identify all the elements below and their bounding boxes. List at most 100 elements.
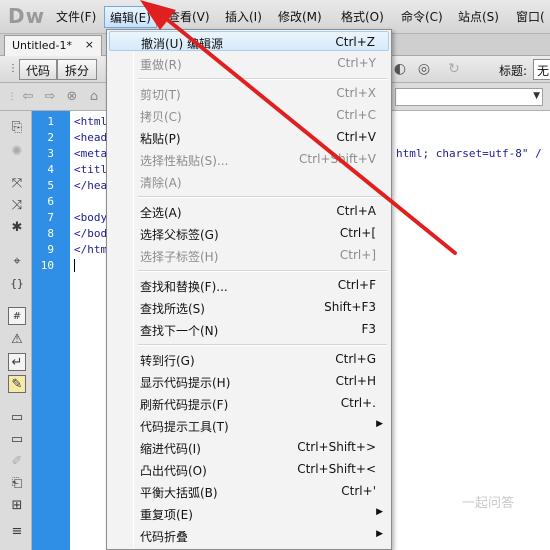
menu-separator (138, 78, 387, 80)
code-view-button[interactable]: 代码 (19, 59, 57, 80)
balance-braces-icon[interactable]: {} (8, 275, 26, 293)
menu-item-outdent-code[interactable]: 凸出代码(O) Ctrl+Shift+< (109, 459, 389, 479)
menu-item-select-parent-tag[interactable]: 选择父标签(G) Ctrl+[ (109, 223, 389, 243)
menu-item-label: 拷贝(C) (140, 110, 182, 124)
menu-file[interactable]: 文件(F) (56, 8, 96, 25)
line-number: 10 (40, 259, 54, 272)
select-parent-tag-icon[interactable]: ⌖ (8, 253, 26, 271)
line-number: 3 (47, 147, 54, 160)
code-line: </htm (74, 243, 108, 256)
menu-item-shortcut: Ctrl+X (336, 86, 376, 100)
highlight-invalid-code-icon[interactable]: ⚠ (8, 331, 26, 349)
close-icon[interactable]: × (85, 38, 94, 51)
menu-item-label: 查找所选(S) (140, 302, 205, 316)
preview-icon[interactable]: ◎ (416, 61, 432, 77)
word-wrap-icon[interactable]: ↵ (8, 353, 26, 371)
code-line: <titl (74, 163, 108, 176)
menu-item-label: 撤消(U) 编辑源 (141, 37, 223, 51)
menu-item-shortcut: Shift+F3 (324, 300, 376, 314)
title-input[interactable]: 无 (533, 59, 550, 80)
globe-icon[interactable]: ◐ (392, 61, 408, 77)
text-cursor (74, 259, 75, 272)
menu-item-paste-special[interactable]: 选择性粘贴(S)... Ctrl+Shift+V (109, 149, 389, 169)
split-view-button[interactable]: 拆分 (57, 59, 97, 80)
menu-item-cut[interactable]: 剪切(T) Ctrl+X (109, 83, 389, 103)
recent-snippets-icon[interactable]: ⎗ (8, 475, 26, 493)
menu-item-select-child[interactable]: 选择子标签(H) Ctrl+] (109, 245, 389, 265)
menu-format[interactable]: 格式(O) (341, 8, 384, 25)
menu-item-balance-braces[interactable]: 平衡大括弧(B) Ctrl+' (109, 481, 389, 501)
menu-item-shortcut: Ctrl+Z (335, 35, 375, 49)
menu-window[interactable]: 窗口( (516, 8, 545, 25)
refresh-icon[interactable]: ↻ (446, 61, 462, 77)
menu-item-shortcut: Ctrl+C (336, 108, 376, 122)
home-icon[interactable]: ⌂ (86, 89, 102, 105)
menu-item-shortcut: Ctrl+F (337, 278, 376, 292)
menu-item-indent-code[interactable]: 缩进代码(I) Ctrl+Shift+> (109, 437, 389, 457)
menu-item-repeating-entries[interactable]: 重复项(E) ▶ (109, 503, 389, 523)
menu-item-label: 查找和替换(F)... (140, 280, 228, 294)
grip-icon: ⋮ (7, 92, 17, 102)
menu-item-redo[interactable]: 重做(R) Ctrl+Y (109, 53, 389, 73)
menu-item-shortcut: Ctrl+. (340, 396, 376, 410)
menu-commands[interactable]: 命令(C) (401, 8, 443, 25)
menu-item-undo[interactable]: 撤消(U) 编辑源 Ctrl+Z (109, 31, 389, 51)
menu-item-label: 全选(A) (140, 206, 182, 220)
code-line-overflow: html; charset=utf-8" / (396, 147, 542, 160)
menu-item-find-replace[interactable]: 查找和替换(F)... Ctrl+F (109, 275, 389, 295)
code-line: <meta (74, 147, 108, 160)
menu-item-shortcut: Ctrl+H (335, 374, 376, 388)
dreamweaver-logo: Dw (8, 4, 46, 28)
back-icon[interactable]: ⇦ (20, 89, 36, 105)
menu-edit[interactable]: 编辑(E) (104, 6, 157, 28)
menu-item-label: 转到行(G) (140, 354, 195, 368)
menu-item-show-code-hints[interactable]: 显示代码提示(H) Ctrl+H (109, 371, 389, 391)
stop-icon[interactable]: ⊗ (64, 89, 80, 105)
address-field[interactable]: ▼ (395, 88, 543, 106)
line-number: 8 (47, 227, 54, 240)
menu-item-select-all[interactable]: 全选(A) Ctrl+A (109, 201, 389, 221)
menu-item-goto-line[interactable]: 转到行(G) Ctrl+G (109, 349, 389, 369)
menu-item-shortcut: Ctrl+] (339, 248, 376, 262)
code-line: <head (74, 131, 108, 144)
collapse-tag-icon[interactable]: ⤧ (8, 175, 26, 193)
menu-separator (138, 196, 387, 198)
menu-item-label: 选择性粘贴(S)... (140, 154, 229, 168)
menu-view[interactable]: 查看(V) (168, 8, 210, 25)
show-code-navigator-icon[interactable]: ✺ (8, 143, 26, 161)
document-tab[interactable]: Untitled-1* × (4, 35, 102, 56)
menu-insert[interactable]: 插入(I) (225, 8, 262, 25)
menu-item-code-folding[interactable]: 代码折叠 ▶ (109, 525, 389, 545)
menu-item-shortcut: Ctrl+G (335, 352, 376, 366)
forward-icon[interactable]: ⇨ (42, 89, 58, 105)
line-numbers-icon[interactable]: # (8, 307, 26, 325)
menu-item-label: 剪切(T) (140, 88, 181, 102)
menu-item-shortcut: Ctrl+A (336, 204, 376, 218)
menu-item-copy[interactable]: 拷贝(C) Ctrl+C (109, 105, 389, 125)
indent-code-icon[interactable]: ≡ (8, 523, 26, 541)
collapse-selection-icon[interactable]: ⤨ (8, 197, 26, 215)
chevron-down-icon[interactable]: ▼ (533, 91, 540, 101)
menu-site[interactable]: 站点(S) (458, 8, 499, 25)
open-documents-icon[interactable]: ⎘ (8, 119, 26, 137)
menu-item-code-hint-tools[interactable]: 代码提示工具(T) ▶ (109, 415, 389, 435)
move-css-icon[interactable]: ⊞ (8, 497, 26, 515)
line-number: 5 (47, 179, 54, 192)
menu-item-find-selection[interactable]: 查找所选(S) Shift+F3 (109, 297, 389, 317)
menu-item-clear[interactable]: 清除(A) (109, 171, 389, 191)
syntax-coloring-icon[interactable]: ✎ (8, 375, 26, 393)
menu-item-paste[interactable]: 粘贴(P) Ctrl+V (109, 127, 389, 147)
menu-item-label: 查找下一个(N) (140, 324, 219, 338)
remove-comment-icon[interactable]: ▭ (8, 431, 26, 449)
apply-comment-icon[interactable]: ▭ (8, 409, 26, 427)
line-number: 7 (47, 211, 54, 224)
menu-item-find-next[interactable]: 查找下一个(N) F3 (109, 319, 389, 339)
menu-modify[interactable]: 修改(M) (278, 8, 322, 25)
code-line: </bod (74, 227, 108, 240)
code-line: </hea (74, 179, 108, 192)
edit-menu-dropdown: 撤消(U) 编辑源 Ctrl+Z 重做(R) Ctrl+Y 剪切(T) Ctrl… (106, 29, 392, 550)
expand-all-icon[interactable]: ✱ (8, 219, 26, 237)
menu-item-label: 代码折叠 (140, 530, 189, 544)
menu-item-refresh-code-hints[interactable]: 刷新代码提示(F) Ctrl+. (109, 393, 389, 413)
wrap-tag-icon[interactable]: ✐ (8, 453, 26, 471)
